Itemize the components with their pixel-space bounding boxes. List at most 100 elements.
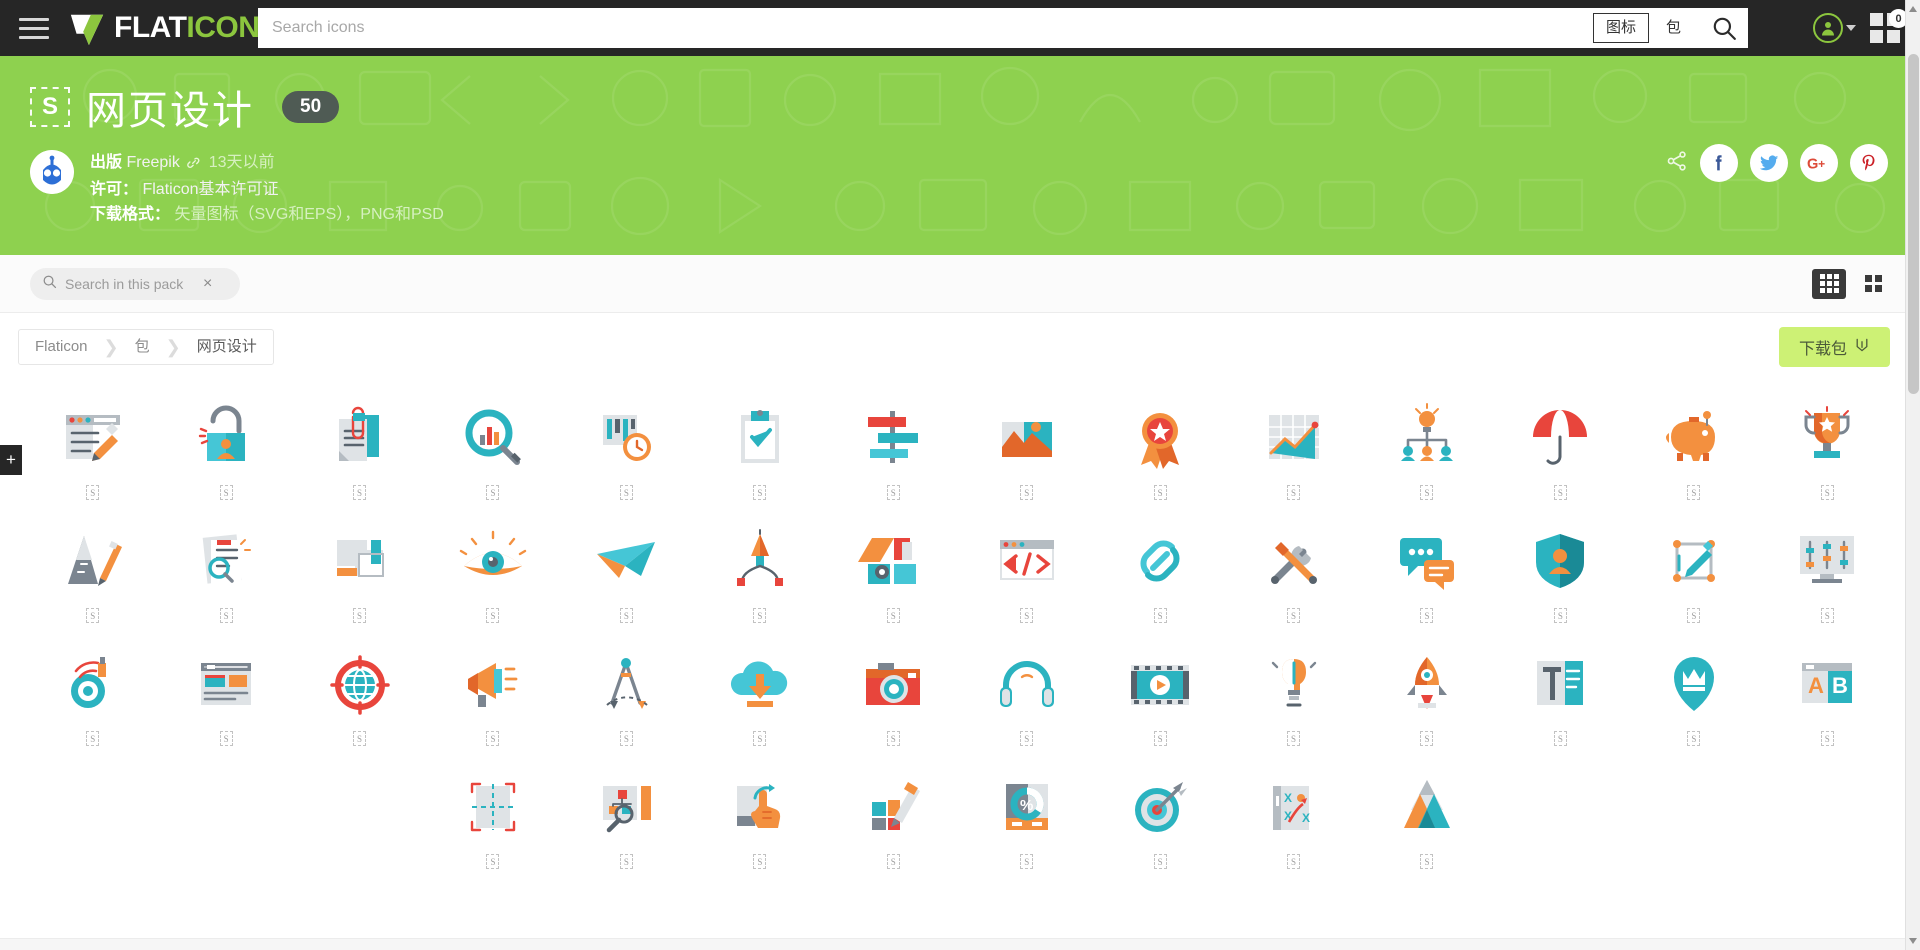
icon-cell[interactable]: S xyxy=(1360,512,1493,629)
selection-badge-icon[interactable]: S xyxy=(1020,854,1034,869)
scrollbar-thumb[interactable] xyxy=(1908,54,1919,394)
selection-badge-icon[interactable]: S xyxy=(486,854,500,869)
add-to-collection-tab[interactable]: + xyxy=(0,445,22,475)
author-avatar[interactable] xyxy=(30,150,74,194)
selection-badge-icon[interactable]: S xyxy=(1287,731,1301,746)
selection-badge-icon[interactable]: S xyxy=(1820,485,1834,500)
icon-cell[interactable]: S xyxy=(560,512,693,629)
grid-small-view-icon[interactable] xyxy=(1812,268,1846,299)
selection-badge-icon[interactable]: S xyxy=(486,608,500,623)
selection-badge-icon[interactable]: S xyxy=(1820,731,1834,746)
selection-badge-icon[interactable]: S xyxy=(353,485,367,500)
selection-badge-icon[interactable]: S xyxy=(1287,854,1301,869)
selection-badge-icon[interactable]: S xyxy=(1020,608,1034,623)
download-pack-button[interactable]: 下载包 xyxy=(1778,327,1890,367)
breadcrumb-item-packs[interactable]: 包 xyxy=(119,330,166,364)
icon-cell[interactable]: S xyxy=(26,389,159,506)
pack-search-input[interactable] xyxy=(65,275,195,292)
icon-cell[interactable]: S xyxy=(426,758,559,875)
icon-cell[interactable]: S xyxy=(560,758,693,875)
icon-cell[interactable]: S xyxy=(1227,389,1360,506)
facebook-share-button[interactable] xyxy=(1700,144,1738,182)
search-scope-icons[interactable]: 图标 xyxy=(1592,13,1649,43)
selection-badge-icon[interactable]: S xyxy=(86,608,100,623)
icon-cell[interactable]: % S xyxy=(960,758,1093,875)
icon-cell[interactable]: S xyxy=(1093,389,1226,506)
icon-cell[interactable]: S xyxy=(1227,635,1360,752)
selection-badge-icon[interactable]: S xyxy=(1687,608,1701,623)
icon-cell[interactable]: S xyxy=(26,635,159,752)
user-account-button[interactable] xyxy=(1809,13,1860,43)
icon-cell[interactable]: S xyxy=(827,758,960,875)
icon-cell[interactable]: S xyxy=(426,389,559,506)
selection-badge-icon[interactable]: S xyxy=(1420,854,1434,869)
icon-cell[interactable]: S xyxy=(1494,512,1627,629)
grid-large-view-icon[interactable] xyxy=(1856,269,1890,299)
icon-cell[interactable]: S xyxy=(693,512,826,629)
icon-cell[interactable]: S xyxy=(1360,389,1493,506)
icon-cell[interactable]: S xyxy=(1761,389,1894,506)
selection-badge-icon[interactable]: S xyxy=(219,731,233,746)
icon-cell[interactable]: S xyxy=(693,635,826,752)
icon-cell[interactable]: S xyxy=(1360,758,1493,875)
icon-cell[interactable]: S xyxy=(1494,389,1627,506)
icon-cell[interactable]: S xyxy=(693,389,826,506)
icon-cell[interactable]: S xyxy=(693,758,826,875)
icon-cell[interactable]: S xyxy=(1093,758,1226,875)
icon-cell[interactable]: S xyxy=(560,389,693,506)
selection-badge-icon[interactable]: S xyxy=(219,485,233,500)
selection-badge-icon[interactable]: S xyxy=(86,485,100,500)
pinterest-share-button[interactable] xyxy=(1850,144,1888,182)
selection-badge-icon[interactable]: S xyxy=(1020,485,1034,500)
hamburger-menu-icon[interactable] xyxy=(8,0,60,56)
search-scope-packs[interactable]: 包 xyxy=(1653,13,1694,43)
icon-cell[interactable]: S xyxy=(1093,512,1226,629)
icon-cell[interactable]: S xyxy=(960,635,1093,752)
icon-cell[interactable]: XXX S xyxy=(1227,758,1360,875)
icon-cell[interactable]: S xyxy=(960,389,1093,506)
icon-cell[interactable]: S xyxy=(293,389,426,506)
selection-badge-icon[interactable]: S xyxy=(619,608,633,623)
selection-badge-icon[interactable]: S xyxy=(353,731,367,746)
icon-cell[interactable]: S xyxy=(426,635,559,752)
license-value[interactable]: Flaticon基本许可证 xyxy=(142,181,278,198)
icon-cell[interactable]: S xyxy=(26,512,159,629)
icon-cell[interactable]: S xyxy=(1627,512,1760,629)
selection-badge-icon[interactable]: S xyxy=(1020,731,1034,746)
selection-badge-icon[interactable]: S xyxy=(1153,731,1167,746)
twitter-share-button[interactable] xyxy=(1750,144,1788,182)
selection-badge-icon[interactable]: S xyxy=(1420,731,1434,746)
selection-badge-icon[interactable]: S xyxy=(1553,731,1567,746)
selection-badge-icon[interactable]: S xyxy=(1820,608,1834,623)
selection-badge-icon[interactable]: S xyxy=(1287,485,1301,500)
icon-cell[interactable]: S xyxy=(293,635,426,752)
selection-badge-icon[interactable]: S xyxy=(1420,485,1434,500)
publisher-name[interactable]: Freepik xyxy=(126,154,179,171)
selection-badge-icon[interactable]: S xyxy=(753,608,767,623)
selection-badge-icon[interactable]: S xyxy=(753,485,767,500)
pack-search-field[interactable]: × xyxy=(30,267,240,300)
icon-cell[interactable]: S xyxy=(827,512,960,629)
selection-badge-icon[interactable]: S xyxy=(619,854,633,869)
selection-badge-icon[interactable]: S xyxy=(219,608,233,623)
selection-badge-icon[interactable]: S xyxy=(1153,854,1167,869)
selection-badge-icon[interactable]: S xyxy=(619,485,633,500)
share-icon[interactable] xyxy=(1666,150,1688,177)
icon-cell[interactable]: S xyxy=(159,512,292,629)
breadcrumb-item-flaticon[interactable]: Flaticon xyxy=(19,330,104,364)
selection-badge-icon[interactable]: S xyxy=(1420,608,1434,623)
selection-badge-icon[interactable]: S xyxy=(753,854,767,869)
search-submit-icon[interactable] xyxy=(1700,8,1748,48)
selection-badge-icon[interactable]: S xyxy=(486,485,500,500)
selection-badge-icon[interactable]: S xyxy=(353,608,367,623)
icon-cell[interactable]: S xyxy=(960,512,1093,629)
scroll-up-arrow-icon[interactable] xyxy=(1909,6,1917,12)
selection-badge-icon[interactable]: S xyxy=(886,608,900,623)
icon-cell[interactable]: S xyxy=(827,389,960,506)
flaticon-logo[interactable]: FLATICON xyxy=(68,9,260,47)
selection-badge-icon[interactable]: S xyxy=(1553,485,1567,500)
selection-badge-icon[interactable]: S xyxy=(1153,608,1167,623)
icon-cell[interactable]: S xyxy=(560,635,693,752)
icon-cell[interactable]: S xyxy=(1627,635,1760,752)
selection-badge-icon[interactable]: S xyxy=(886,854,900,869)
